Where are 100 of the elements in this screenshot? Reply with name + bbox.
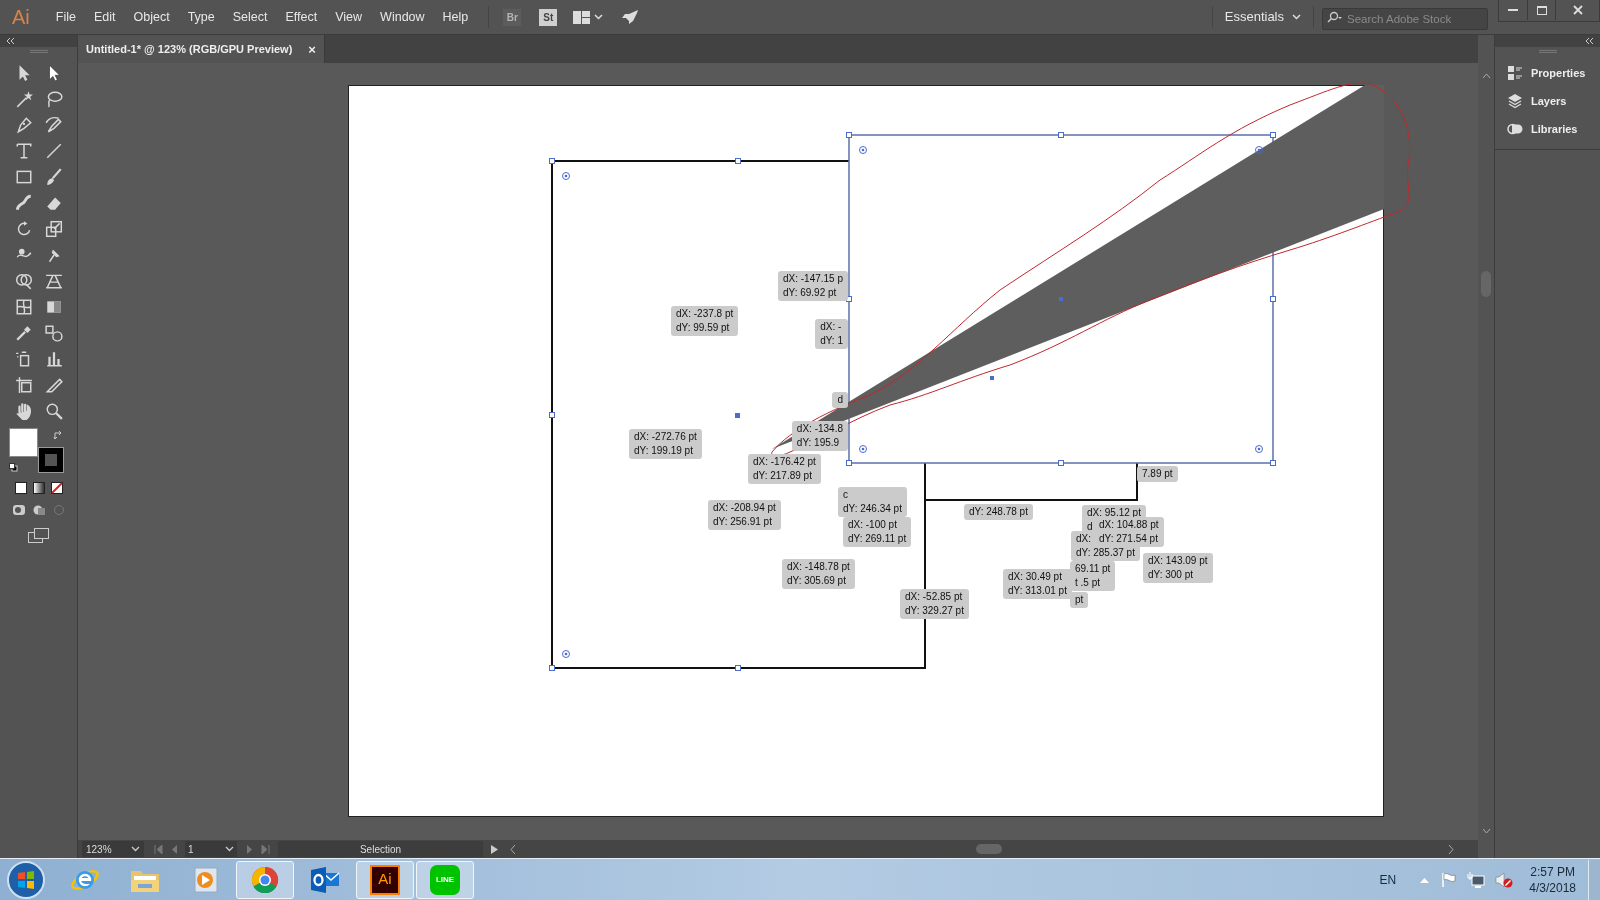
volume-muted-icon[interactable] bbox=[1495, 871, 1514, 888]
draw-normal-icon[interactable] bbox=[11, 504, 26, 516]
scroll-left-icon[interactable] bbox=[510, 844, 516, 854]
language-indicator[interactable]: EN bbox=[1379, 870, 1397, 889]
zoom-icon[interactable] bbox=[44, 402, 63, 420]
measurement-tooltip: dX: -148.78 pt dY: 305.69 pt bbox=[782, 559, 855, 589]
panel-tab[interactable]: Layers bbox=[1495, 87, 1600, 115]
hand-icon[interactable] bbox=[14, 402, 33, 420]
illustrator-app-icon: Ai bbox=[370, 864, 400, 895]
shape-builder-icon[interactable] bbox=[14, 272, 33, 290]
menu-item[interactable]: Type bbox=[181, 7, 221, 27]
artboard-icon[interactable] bbox=[14, 376, 33, 394]
curvature-pen-icon[interactable] bbox=[44, 116, 63, 134]
scroll-right-icon[interactable] bbox=[1448, 844, 1454, 854]
pen-icon[interactable] bbox=[14, 116, 33, 134]
app-logo: Ai bbox=[12, 5, 30, 30]
layers-icon bbox=[1507, 93, 1523, 109]
measurement-tooltip: dX: -272.76 pt dY: 199.19 pt bbox=[629, 429, 702, 459]
panel-tab[interactable]: Properties bbox=[1495, 59, 1600, 87]
page-field[interactable]: 1 bbox=[185, 841, 237, 857]
current-tool-label: Selection bbox=[359, 842, 402, 857]
tab-close-button[interactable]: × bbox=[308, 42, 316, 56]
search-icon bbox=[1327, 11, 1343, 23]
measurement-tooltip: dX: - dY: 1 bbox=[815, 319, 848, 349]
gradient-mode-icon[interactable] bbox=[32, 482, 45, 494]
slice-icon[interactable] bbox=[44, 376, 63, 394]
workspace-switcher[interactable]: Essentials bbox=[1212, 7, 1313, 27]
grip-icon[interactable] bbox=[29, 50, 48, 53]
measurement-tooltip: dY: 248.78 pt bbox=[964, 504, 1033, 520]
blend-icon[interactable] bbox=[44, 324, 63, 342]
column-graph-icon[interactable] bbox=[44, 350, 63, 368]
caret-icon bbox=[225, 846, 234, 852]
mesh-icon[interactable] bbox=[14, 298, 33, 316]
eyedropper-icon[interactable] bbox=[14, 324, 33, 342]
scrollbar-thumb[interactable] bbox=[976, 844, 1002, 854]
measurement-tooltip: dX: -176.42 pt dY: 217.89 pt bbox=[748, 454, 821, 484]
start-button[interactable] bbox=[6, 859, 46, 900]
menu-item[interactable]: Window bbox=[374, 7, 431, 27]
menu-item[interactable]: Effect bbox=[279, 7, 324, 27]
play-icon[interactable] bbox=[491, 844, 498, 854]
layout-icon[interactable] bbox=[573, 10, 591, 24]
minimize-icon bbox=[1508, 8, 1518, 12]
caret-icon bbox=[131, 846, 140, 852]
zoom-field[interactable]: 123% bbox=[82, 841, 144, 857]
measurement-tooltip: dX: 30.49 pt dY: 313.01 pt bbox=[1003, 569, 1072, 599]
gradient-icon[interactable] bbox=[44, 298, 63, 316]
measurement-tooltip: pt bbox=[1070, 592, 1089, 608]
flag-icon[interactable] bbox=[1441, 871, 1458, 888]
clock-date[interactable]: 4/3/2018 bbox=[1529, 879, 1576, 896]
measurement-tooltip: dX: -208.94 pt dY: 256.91 pt bbox=[708, 500, 781, 530]
panel-tab[interactable]: Libraries bbox=[1495, 115, 1600, 143]
default-colors-icon[interactable] bbox=[8, 463, 18, 472]
line-segment-icon[interactable] bbox=[44, 142, 63, 160]
menu-item[interactable]: Help bbox=[436, 7, 475, 27]
measurement-tooltip: d bbox=[832, 392, 848, 408]
menu-item[interactable]: Edit bbox=[87, 7, 122, 27]
rocket-icon[interactable] bbox=[621, 9, 640, 25]
caret-icon[interactable] bbox=[594, 14, 604, 20]
magic-wand-icon[interactable] bbox=[14, 90, 33, 108]
menu-item[interactable]: Select bbox=[226, 7, 274, 27]
caret-icon bbox=[1292, 14, 1301, 20]
perspective-grid-icon[interactable] bbox=[44, 272, 63, 290]
shaper-icon[interactable] bbox=[14, 194, 33, 212]
swap-icon[interactable] bbox=[52, 430, 64, 441]
clock-time[interactable]: 2:57 PM bbox=[1530, 863, 1575, 880]
search-field[interactable]: Search Adobe Stock bbox=[1322, 8, 1488, 30]
properties-icon bbox=[1507, 65, 1523, 81]
taskbar-app[interactable]: Ai bbox=[356, 860, 414, 899]
maximize-icon bbox=[1536, 5, 1547, 15]
paintbrush-icon[interactable] bbox=[44, 168, 63, 186]
chat-app-icon: LINE bbox=[430, 864, 460, 895]
collapse-icon[interactable] bbox=[1585, 38, 1594, 44]
libraries-icon bbox=[1507, 121, 1523, 137]
screen-mode-icon[interactable] bbox=[27, 528, 50, 543]
measurement-tooltip: 7.89 pt bbox=[1137, 466, 1178, 482]
fill-swatch[interactable] bbox=[8, 428, 38, 457]
menu-item[interactable]: View bbox=[329, 7, 369, 27]
document-tab[interactable]: Untitled-1* @ 123% (RGB/GPU Preview) × bbox=[78, 35, 325, 63]
type-icon[interactable] bbox=[14, 142, 33, 160]
stroke-swatch[interactable] bbox=[38, 448, 63, 472]
menu-item[interactable]: Object bbox=[127, 7, 176, 27]
chrome-icon bbox=[250, 864, 280, 895]
measurement-tooltip: dX: 143.09 pt dY: 300 pt bbox=[1143, 553, 1213, 583]
measurement-tooltip: dX: -147.15 p dY: 69.92 pt bbox=[777, 271, 848, 301]
rectangle-icon[interactable] bbox=[14, 168, 33, 186]
measurement-tooltip: dX: -52.85 pt dY: 329.27 pt bbox=[900, 589, 969, 619]
scroll-down-icon[interactable] bbox=[1481, 828, 1491, 834]
scroll-up-icon[interactable] bbox=[1481, 73, 1491, 79]
none-mode-icon[interactable] bbox=[50, 482, 63, 494]
network-icon[interactable] bbox=[1467, 871, 1486, 888]
grip-icon[interactable] bbox=[1538, 50, 1557, 53]
draw-behind-icon[interactable] bbox=[31, 504, 46, 516]
scale-icon[interactable] bbox=[44, 220, 63, 238]
measurement-tooltip: dX: -100 pt dY: 269.11 pt bbox=[843, 517, 912, 547]
taskbar-app[interactable] bbox=[236, 860, 294, 899]
close-icon bbox=[1572, 5, 1583, 15]
app-button[interactable]: St bbox=[539, 8, 558, 26]
menu-item[interactable]: File bbox=[49, 7, 82, 27]
color-mode-icon[interactable] bbox=[14, 482, 27, 494]
collapse-icon[interactable] bbox=[6, 38, 15, 44]
